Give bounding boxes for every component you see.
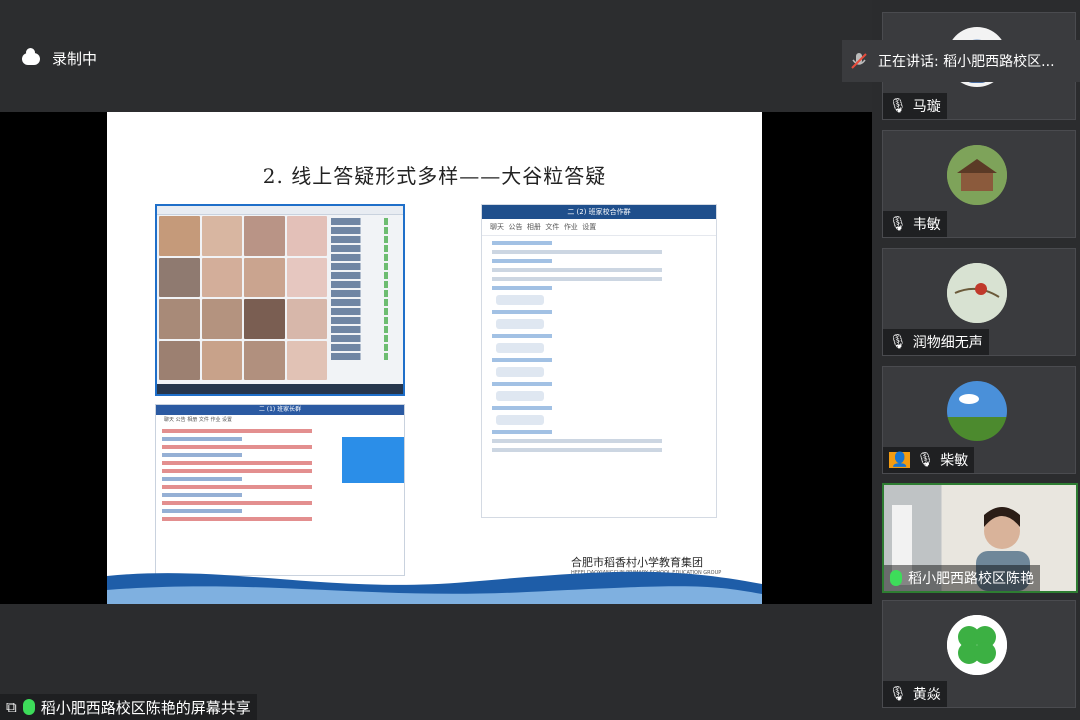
user-icon: 👤 (889, 452, 911, 468)
mic-active-icon (890, 570, 902, 586)
video-grid (159, 216, 327, 380)
participant-tile[interactable]: 👤 🎙 柴敏 (882, 366, 1076, 474)
participant-panel: 🎙 马璇 🎙 韦敏 🎙 润物细无声 👤 🎙 柴敏 稻小肥西路校区陈艳 🎙 黄焱 (872, 0, 1080, 720)
voice-panel (342, 437, 404, 483)
participant-tile[interactable]: 🎙 韦敏 (882, 130, 1076, 238)
mic-muted-icon (848, 50, 870, 72)
participant-name: 柴敏 (940, 453, 969, 469)
participant-name: 马璇 (912, 99, 941, 115)
avatar (947, 145, 1007, 205)
mic-muted-icon: 🎙 (916, 452, 935, 468)
left-chat-header: 二 (1) 班家长群 (156, 405, 404, 415)
recording-indicator: 录制中 (22, 47, 98, 69)
avatar (947, 615, 1007, 675)
avatar (947, 263, 1007, 323)
participant-name: 润物细无声 (912, 335, 983, 351)
left-chat-tabs: 聊天 公告 相册 文件 作业 设置 (164, 417, 233, 423)
participant-tile-active[interactable]: 稻小肥西路校区陈艳 (882, 483, 1078, 593)
participant-name: 韦敏 (912, 217, 941, 233)
screen-share-owner: 稻小肥西路校区陈艳的屏幕共享 (40, 698, 251, 717)
participant-name: 稻小肥西路校区陈艳 (908, 571, 1034, 587)
right-chat-header: 二 (2) 班家校合作群 (482, 205, 716, 219)
member-list (331, 216, 397, 380)
mic-muted-icon: 🎙 (889, 686, 907, 702)
right-chat-tabs: 聊天 公告 相册 文件 作业 设置 (482, 219, 716, 236)
participant-tile[interactable]: 🎙 润物细无声 (882, 248, 1076, 356)
active-speaker-banner: 正在讲话: 稻小肥西路校区... (842, 40, 1080, 82)
right-chat-window: 二 (2) 班家校合作群 聊天 公告 相册 文件 作业 设置 (481, 204, 717, 518)
participant-name: 黄焱 (912, 687, 941, 703)
recording-label: 录制中 (52, 50, 98, 68)
mic-muted-icon: 🎙 (889, 216, 907, 232)
presentation-slide: 2. 线上答疑形式多样——大谷粒答疑 二 (1) 班家长群 聊天 公告 相册 文… (107, 112, 762, 604)
screen-share-label[interactable]: ⧉ 稻小肥西路校区陈艳的屏幕共享 (0, 694, 257, 720)
avatar (947, 381, 1007, 441)
left-chat-window: 二 (1) 班家长群 聊天 公告 相册 文件 作业 设置 (155, 404, 405, 576)
mic-muted-icon: 🎙 (889, 334, 907, 350)
screen-share-icon: ⧉ (6, 698, 17, 716)
slide-title: 2. 线上答疑形式多样——大谷粒答疑 (262, 164, 607, 188)
slide-wave-decoration (107, 571, 762, 604)
speaking-label: 正在讲话: 稻小肥西路校区... (878, 54, 1055, 70)
mic-active-icon (22, 699, 35, 715)
top-bar: 录制中 (0, 0, 872, 112)
video-grid-window (155, 204, 405, 396)
cloud-icon (22, 47, 40, 65)
mic-muted-icon: 🎙 (889, 98, 907, 114)
participant-tile[interactable]: 🎙 黄焱 (882, 600, 1076, 708)
